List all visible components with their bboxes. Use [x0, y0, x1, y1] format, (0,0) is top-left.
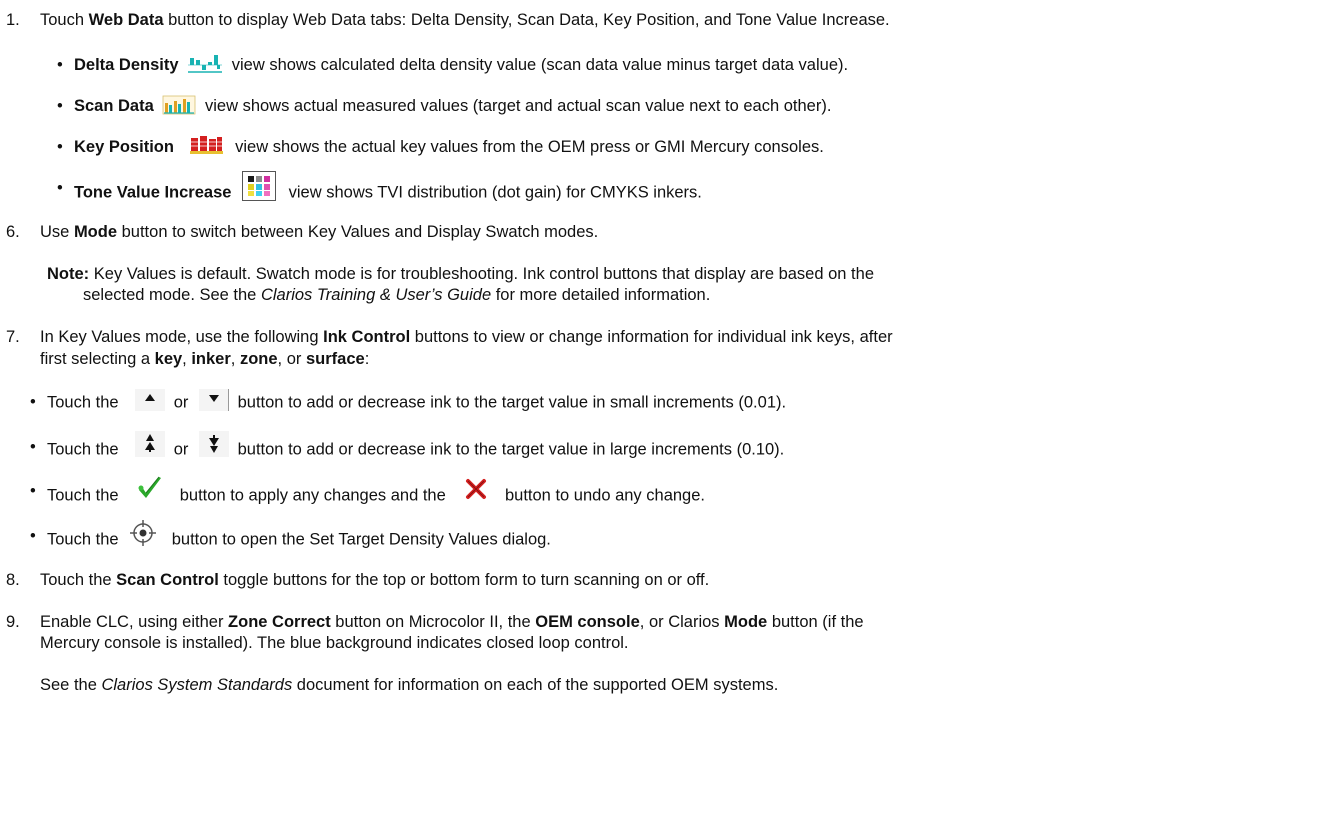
down-arrow-icon: [199, 389, 230, 411]
undo-x-icon: [462, 477, 490, 503]
double-down-arrow-icon: [199, 431, 230, 457]
step-number: 6.: [6, 223, 20, 241]
web-data-term: Web Data: [88, 11, 164, 29]
target-icon: [129, 519, 157, 547]
step-number: 9.: [6, 613, 20, 631]
scan-control-term: Scan Control: [116, 571, 219, 589]
delta-density-icon: [187, 53, 223, 73]
step-number: 7.: [6, 328, 20, 346]
key-position-icon: [189, 135, 223, 155]
note-label: Note:: [47, 265, 90, 283]
double-up-arrow-icon: [135, 431, 166, 457]
apply-check-icon: [135, 474, 165, 504]
step-number: 8.: [6, 571, 20, 589]
tone-value-increase-icon: [242, 171, 277, 201]
step-number: 1.: [6, 11, 20, 29]
training-guide-title: Clarios Training & User’s Guide: [260, 286, 492, 304]
mode-term: Mode: [73, 223, 118, 241]
scan-data-icon: [162, 95, 196, 115]
up-arrow-icon: [135, 389, 166, 411]
ink-control-term: Ink Control: [323, 328, 411, 346]
system-standards-title: Clarios System Standards: [101, 676, 293, 694]
